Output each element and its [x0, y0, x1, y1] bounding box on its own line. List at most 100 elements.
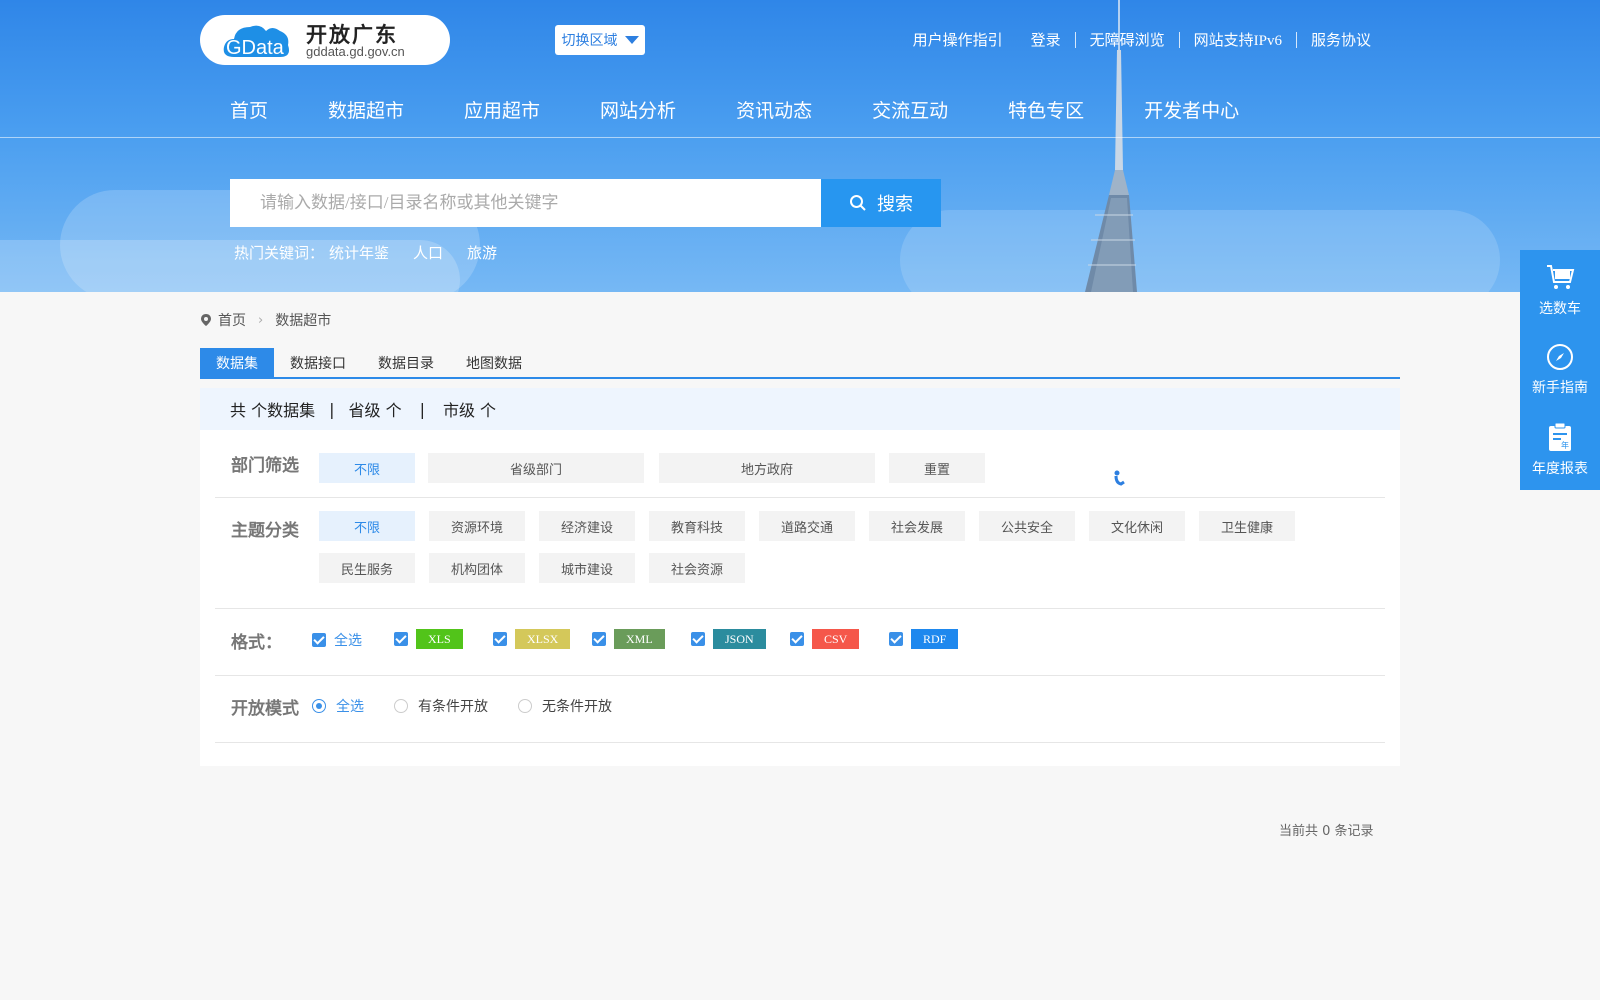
- format-tag: XLSX: [515, 629, 571, 649]
- filter-label-topic: 主题分类: [231, 521, 299, 541]
- summary-separator: |: [419, 399, 425, 419]
- caret-down-icon: [624, 36, 639, 44]
- filter-label-department: 部门筛选: [231, 456, 299, 476]
- radio-label: 无条件开放: [542, 699, 612, 715]
- radio-open-mode-unconditional[interactable]: 无条件开放: [518, 696, 612, 716]
- tab-data-api[interactable]: 数据接口: [274, 348, 362, 377]
- nav-item-site-analysis[interactable]: 网站分析: [600, 96, 676, 123]
- side-item-guide[interactable]: 新手指南: [1520, 330, 1600, 410]
- checkbox-checked-icon: [394, 632, 408, 646]
- filter-row-topic: 主题分类 不限 资源环境 经济建设 教育科技 道路交通 社会发展 公共安全 文化…: [215, 498, 1385, 609]
- summary-separator: |: [329, 399, 335, 419]
- format-tag: RDF: [911, 629, 959, 649]
- chip-topic[interactable]: 道路交通: [759, 511, 855, 541]
- logo-url: gddata.gd.gov.cn: [306, 44, 405, 59]
- summary-province: 省级 个: [348, 401, 402, 420]
- chip-topic[interactable]: 卫生健康: [1199, 511, 1295, 541]
- format-option-json[interactable]: JSON: [691, 629, 766, 649]
- side-item-label: 年度报表: [1532, 461, 1588, 477]
- link-accessibility[interactable]: 无障碍浏览: [1076, 29, 1179, 50]
- radio-open-mode-all[interactable]: 全选: [312, 696, 364, 716]
- hot-keyword[interactable]: 人口: [413, 242, 443, 263]
- filter-label-open-mode: 开放模式: [231, 699, 299, 719]
- nav-item-news[interactable]: 资讯动态: [736, 96, 812, 123]
- breadcrumb-home[interactable]: 首页: [218, 310, 246, 330]
- chip-topic[interactable]: 城市建设: [539, 553, 635, 583]
- logo-badge-text: GData: [226, 37, 284, 59]
- header-banner: GData 开放广东 gddata.gd.gov.cn 切换区域 用户操作指引 …: [0, 0, 1600, 292]
- checkbox-checked-icon: [691, 632, 705, 646]
- tab-data-catalog[interactable]: 数据目录: [362, 348, 450, 377]
- hot-keyword[interactable]: 统计年鉴: [329, 242, 389, 263]
- format-option-xml[interactable]: XML: [592, 629, 665, 649]
- format-option-xlsx[interactable]: XLSX: [493, 629, 571, 649]
- hot-keywords-label: 热门关键词：: [234, 246, 325, 262]
- nav-item-data-market[interactable]: 数据超市: [328, 96, 404, 123]
- radio-open-mode-conditional[interactable]: 有条件开放: [394, 696, 488, 716]
- summary-city: 市级 个: [442, 401, 497, 420]
- tab-datasets[interactable]: 数据集: [200, 348, 274, 377]
- tab-map-data[interactable]: 地图数据: [450, 348, 538, 377]
- side-float-bar: 选数车 新手指南 年 年度报表: [1520, 250, 1600, 490]
- side-item-label: 选数车: [1539, 301, 1581, 317]
- checkbox-checked-icon: [312, 633, 326, 647]
- chip-department-all[interactable]: 不限: [319, 453, 415, 483]
- site-logo[interactable]: GData 开放广东 gddata.gd.gov.cn: [200, 15, 450, 65]
- search-button[interactable]: 搜索: [820, 179, 941, 227]
- chip-topic[interactable]: 不限: [319, 511, 415, 541]
- side-item-annual-report[interactable]: 年 年度报表: [1520, 410, 1600, 490]
- nav-item-home[interactable]: 首页: [230, 96, 268, 123]
- region-switch-button[interactable]: 切换区域: [555, 25, 645, 55]
- chip-topic[interactable]: 社会资源: [649, 553, 745, 583]
- nav-item-app-market[interactable]: 应用超市: [464, 96, 540, 123]
- side-item-data-cart[interactable]: 选数车: [1520, 250, 1600, 330]
- nav-item-interaction[interactable]: 交流互动: [872, 96, 948, 123]
- filter-label-format: 格式：: [231, 633, 282, 653]
- chip-topic[interactable]: 资源环境: [429, 511, 525, 541]
- chip-department-provincial[interactable]: 省级部门: [428, 453, 644, 483]
- search-input[interactable]: [230, 179, 820, 227]
- chip-topic[interactable]: 民生服务: [319, 553, 415, 583]
- nav-item-special-zone[interactable]: 特色专区: [1008, 96, 1084, 123]
- radio-selected-icon: [312, 699, 326, 713]
- filter-panel: 共 个数据集 | 省级 个 | 市级 个 部门筛选 不限 省级部门 地方政府 重…: [200, 388, 1400, 766]
- radio-unselected-icon: [518, 699, 532, 713]
- chip-topic[interactable]: 公共安全: [979, 511, 1075, 541]
- nav-divider: [0, 137, 1600, 138]
- breadcrumb: 首页 › 数据超市: [200, 310, 331, 330]
- summary-total: 共 个数据集: [230, 401, 316, 420]
- link-service-agreement[interactable]: 服务协议: [1297, 29, 1385, 50]
- format-tag: XML: [614, 629, 665, 649]
- location-pin-icon: [201, 314, 211, 326]
- chevron-right-icon: ›: [258, 312, 264, 328]
- hot-keywords: 热门关键词： 统计年鉴 人口 旅游: [234, 242, 521, 263]
- nav-item-developer[interactable]: 开发者中心: [1144, 96, 1239, 123]
- format-option-csv[interactable]: CSV: [790, 629, 860, 649]
- checkbox-checked-icon: [790, 632, 804, 646]
- link-login[interactable]: 登录: [1017, 29, 1075, 50]
- loading-cursor-icon: [1114, 470, 1125, 486]
- svg-text:年: 年: [1561, 440, 1569, 450]
- link-user-guide[interactable]: 用户操作指引: [899, 29, 1017, 50]
- main-nav: 首页 数据超市 应用超市 网站分析 资讯动态 交流互动 特色专区 开发者中心: [230, 96, 1299, 123]
- chip-topic[interactable]: 社会发展: [869, 511, 965, 541]
- checkbox-checked-icon: [889, 632, 903, 646]
- format-option-rdf[interactable]: RDF: [889, 629, 959, 649]
- format-option-xls[interactable]: XLS: [394, 629, 463, 649]
- record-count: 当前共 0 条记录: [1279, 824, 1374, 839]
- chip-topic[interactable]: 机构团体: [429, 553, 525, 583]
- radio-unselected-icon: [394, 699, 408, 713]
- link-ipv6[interactable]: 网站支持IPv6: [1180, 29, 1296, 50]
- filter-row-format: 格式： 全选 XLS XLSX XML JSON CSV RDF: [215, 609, 1385, 676]
- chip-topic[interactable]: 教育科技: [649, 511, 745, 541]
- chip-department-reset[interactable]: 重置: [889, 453, 985, 483]
- data-type-tabs: 数据集 数据接口 数据目录 地图数据: [200, 348, 1400, 379]
- hot-keyword[interactable]: 旅游: [467, 242, 497, 263]
- chip-topic[interactable]: 经济建设: [539, 511, 635, 541]
- filter-row-department: 部门筛选 不限 省级部门 地方政府 重置: [215, 430, 1385, 498]
- chip-topic[interactable]: 文化休闲: [1089, 511, 1185, 541]
- format-select-all[interactable]: 全选: [312, 630, 362, 650]
- checkbox-checked-icon: [493, 632, 507, 646]
- chip-department-local-gov[interactable]: 地方政府: [659, 453, 875, 483]
- top-links: 用户操作指引 登录 无障碍浏览 网站支持IPv6 服务协议: [899, 29, 1385, 50]
